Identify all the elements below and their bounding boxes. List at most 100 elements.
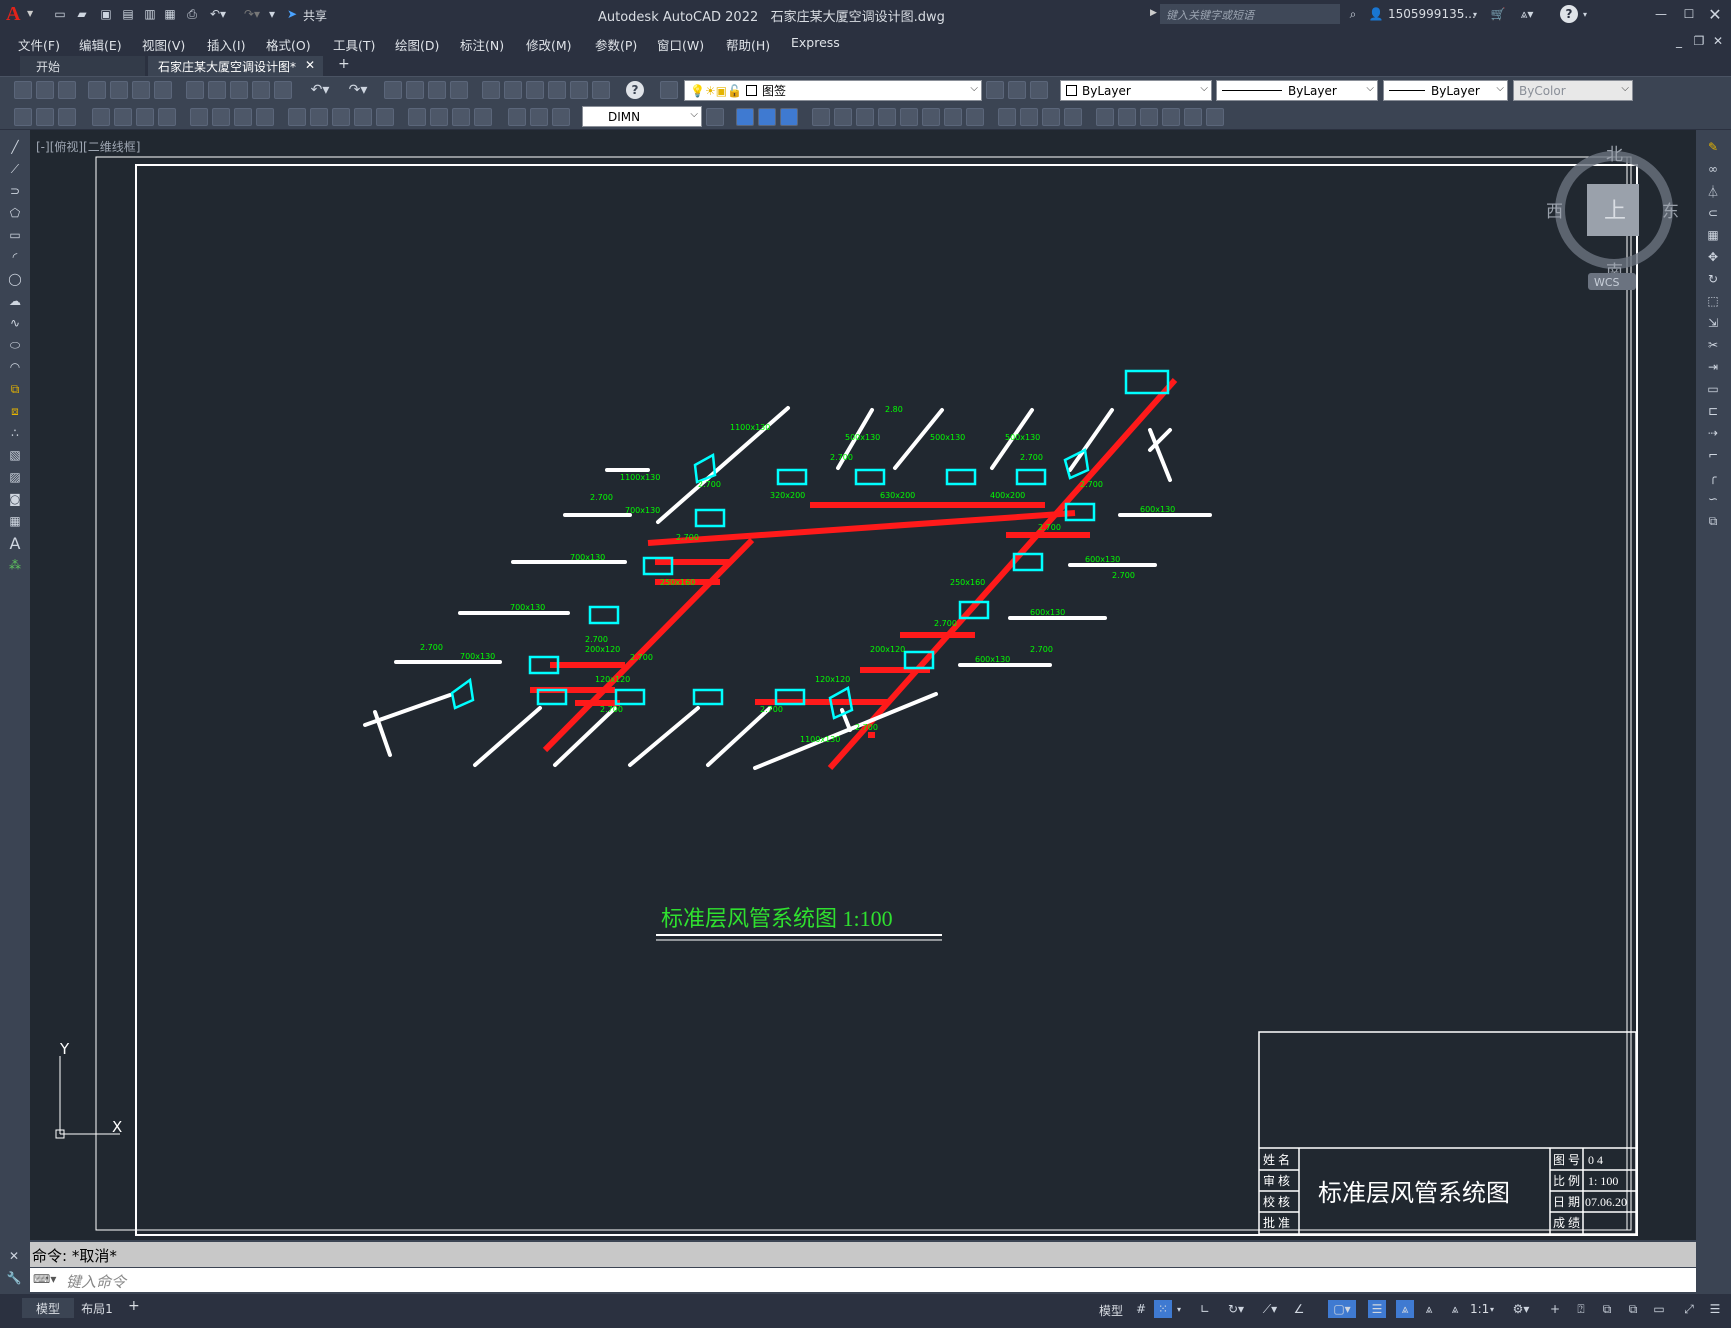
- save-to-web-icon[interactable]: ▦: [162, 6, 178, 22]
- menu-express[interactable]: Express: [791, 35, 840, 50]
- dim-text-edit-icon[interactable]: [530, 108, 548, 126]
- dim-icon-1[interactable]: [14, 108, 32, 126]
- close-icon[interactable]: ✕: [1706, 5, 1724, 24]
- move-icon[interactable]: ✥: [1704, 248, 1722, 266]
- modify-icon-11[interactable]: [1042, 108, 1060, 126]
- clean-screen-icon[interactable]: ⤢: [1680, 1300, 1698, 1318]
- autodesk-app-icon[interactable]: ⩓▾: [1515, 6, 1539, 22]
- dim-icon-3[interactable]: [58, 108, 76, 126]
- insert-block-icon[interactable]: ⧉: [6, 380, 24, 398]
- menu-draw[interactable]: 绘图(D): [395, 35, 439, 54]
- redo-icon[interactable]: ↷▾: [240, 6, 264, 22]
- menu-help[interactable]: 帮助(H): [726, 35, 770, 54]
- tab-drawing[interactable]: 石家庄某大厦空调设计图* ✕: [148, 56, 323, 76]
- menu-modify[interactable]: 修改(M): [526, 35, 572, 54]
- explode-icon[interactable]: ⧉: [1704, 512, 1722, 530]
- arc-icon[interactable]: ◜: [6, 248, 24, 266]
- doc-minimize-icon[interactable]: _: [1672, 34, 1686, 48]
- modify-icon-3[interactable]: [856, 108, 874, 126]
- rotate-icon[interactable]: ↻: [1704, 270, 1722, 288]
- point-icon[interactable]: ∴: [6, 424, 24, 442]
- dim-break-icon[interactable]: [376, 108, 394, 126]
- ordinate-dim-icon[interactable]: [158, 108, 176, 126]
- toolbar-undo-icon[interactable]: ↶▾: [306, 81, 334, 99]
- tool-palettes-icon[interactable]: [526, 81, 544, 99]
- ellipse-arc-icon[interactable]: ◠: [6, 358, 24, 376]
- command-close-icon[interactable]: ✕: [6, 1248, 22, 1264]
- modify-icon-12[interactable]: [1064, 108, 1082, 126]
- layer-states-icon[interactable]: [1030, 81, 1048, 99]
- copy-object-icon[interactable]: ∞: [1704, 160, 1722, 178]
- tab-close-icon[interactable]: ✕: [305, 58, 315, 72]
- draw-order-back-icon[interactable]: [758, 108, 776, 126]
- diameter-dim-icon[interactable]: [234, 108, 252, 126]
- plotstyle-dropdown[interactable]: ByColor ⌵: [1513, 80, 1633, 101]
- save-as-icon[interactable]: ▤: [120, 6, 136, 22]
- new-file-icon[interactable]: ▭: [52, 6, 68, 22]
- make-current-icon[interactable]: [986, 81, 1004, 99]
- open-icon[interactable]: [36, 81, 54, 99]
- layer-dropdown[interactable]: 💡☀▣🔓 图签 ⌵: [684, 80, 982, 101]
- modify-icon-18[interactable]: [1206, 108, 1224, 126]
- mtext-icon[interactable]: A: [6, 534, 24, 553]
- chamfer-icon[interactable]: ⌐: [1704, 446, 1722, 464]
- modify-icon-9[interactable]: [998, 108, 1016, 126]
- extend-icon[interactable]: ⇥: [1704, 358, 1722, 376]
- erase-icon[interactable]: ✎: [1704, 138, 1722, 156]
- app-menu-arrow-icon[interactable]: ▼: [27, 9, 33, 18]
- snap-icon[interactable]: ⁙: [1154, 1300, 1172, 1318]
- add-layout-button[interactable]: +: [128, 1298, 140, 1314]
- tolerance-icon[interactable]: [408, 108, 426, 126]
- open-file-icon[interactable]: ▰: [74, 6, 90, 22]
- make-block-icon[interactable]: ⧈: [6, 402, 24, 420]
- save-icon[interactable]: ▣: [98, 6, 114, 22]
- share-label[interactable]: 共享: [303, 7, 327, 24]
- copy-icon[interactable]: [208, 81, 226, 99]
- baseline-dim-icon[interactable]: [310, 108, 328, 126]
- minimize-icon[interactable]: —: [1652, 6, 1670, 22]
- modify-icon-5[interactable]: [900, 108, 918, 126]
- save-toolbar-icon[interactable]: [58, 81, 76, 99]
- angular-dim-icon[interactable]: [256, 108, 274, 126]
- line-icon[interactable]: ╱: [6, 138, 24, 156]
- arc-length-icon[interactable]: [136, 108, 154, 126]
- viewcube-east[interactable]: 东: [1662, 202, 1679, 222]
- menu-window[interactable]: 窗口(W): [657, 35, 704, 54]
- viewcube[interactable]: 上 北 南 西 东 WCS: [1546, 145, 1679, 290]
- lineweight-dropdown[interactable]: ByLayer ⌵: [1383, 80, 1508, 101]
- zoom-realtime-icon[interactable]: [406, 81, 424, 99]
- dim-update-icon[interactable]: [552, 108, 570, 126]
- help-icon[interactable]: ?: [1560, 5, 1578, 23]
- break-point-icon[interactable]: ▭: [1704, 380, 1722, 398]
- break-icon[interactable]: ⊏: [1704, 402, 1722, 420]
- toolbar-redo-icon[interactable]: ↷▾: [344, 81, 372, 99]
- dim-icon-2[interactable]: [36, 108, 54, 126]
- isodraft-icon[interactable]: ⟋▾: [1256, 1300, 1284, 1318]
- menu-edit[interactable]: 编辑(E): [79, 35, 122, 54]
- properties-icon[interactable]: [482, 81, 500, 99]
- cart-icon[interactable]: 🛒: [1490, 6, 1506, 22]
- revcloud-icon[interactable]: ☁: [6, 292, 24, 310]
- zoom-window-icon[interactable]: [428, 81, 446, 99]
- menu-parametric[interactable]: 参数(P): [595, 35, 637, 54]
- dim-style-icon[interactable]: [706, 108, 724, 126]
- search-icon[interactable]: ⌕: [1345, 6, 1361, 22]
- lock-ui-icon[interactable]: ⧉: [1624, 1300, 1642, 1318]
- toolbar-help-icon[interactable]: ?: [626, 81, 644, 99]
- polygon-icon[interactable]: ⬠: [6, 204, 24, 222]
- layer-previous-icon[interactable]: [1008, 81, 1026, 99]
- annotation-visibility-icon[interactable]: ⩓: [1396, 1300, 1414, 1318]
- continue-dim-icon[interactable]: [332, 108, 350, 126]
- scale-icon[interactable]: ⬚: [1704, 292, 1722, 310]
- hatch-icon[interactable]: ▧: [6, 446, 24, 464]
- jogged-linear-icon[interactable]: [474, 108, 492, 126]
- annotation-scale-icon[interactable]: ⩓: [1446, 1300, 1464, 1318]
- user-menu-arrow-icon[interactable]: ▾: [1470, 6, 1480, 22]
- osnap-icon[interactable]: ▢▾: [1328, 1300, 1356, 1318]
- workspace-gear-icon[interactable]: ⚙▾: [1507, 1300, 1535, 1318]
- otrack-icon[interactable]: ∠: [1290, 1300, 1308, 1318]
- jogged-dim-icon[interactable]: [212, 108, 230, 126]
- preview-icon[interactable]: [110, 81, 128, 99]
- new-tab-button[interactable]: +: [338, 56, 350, 72]
- qnew-icon[interactable]: [14, 81, 32, 99]
